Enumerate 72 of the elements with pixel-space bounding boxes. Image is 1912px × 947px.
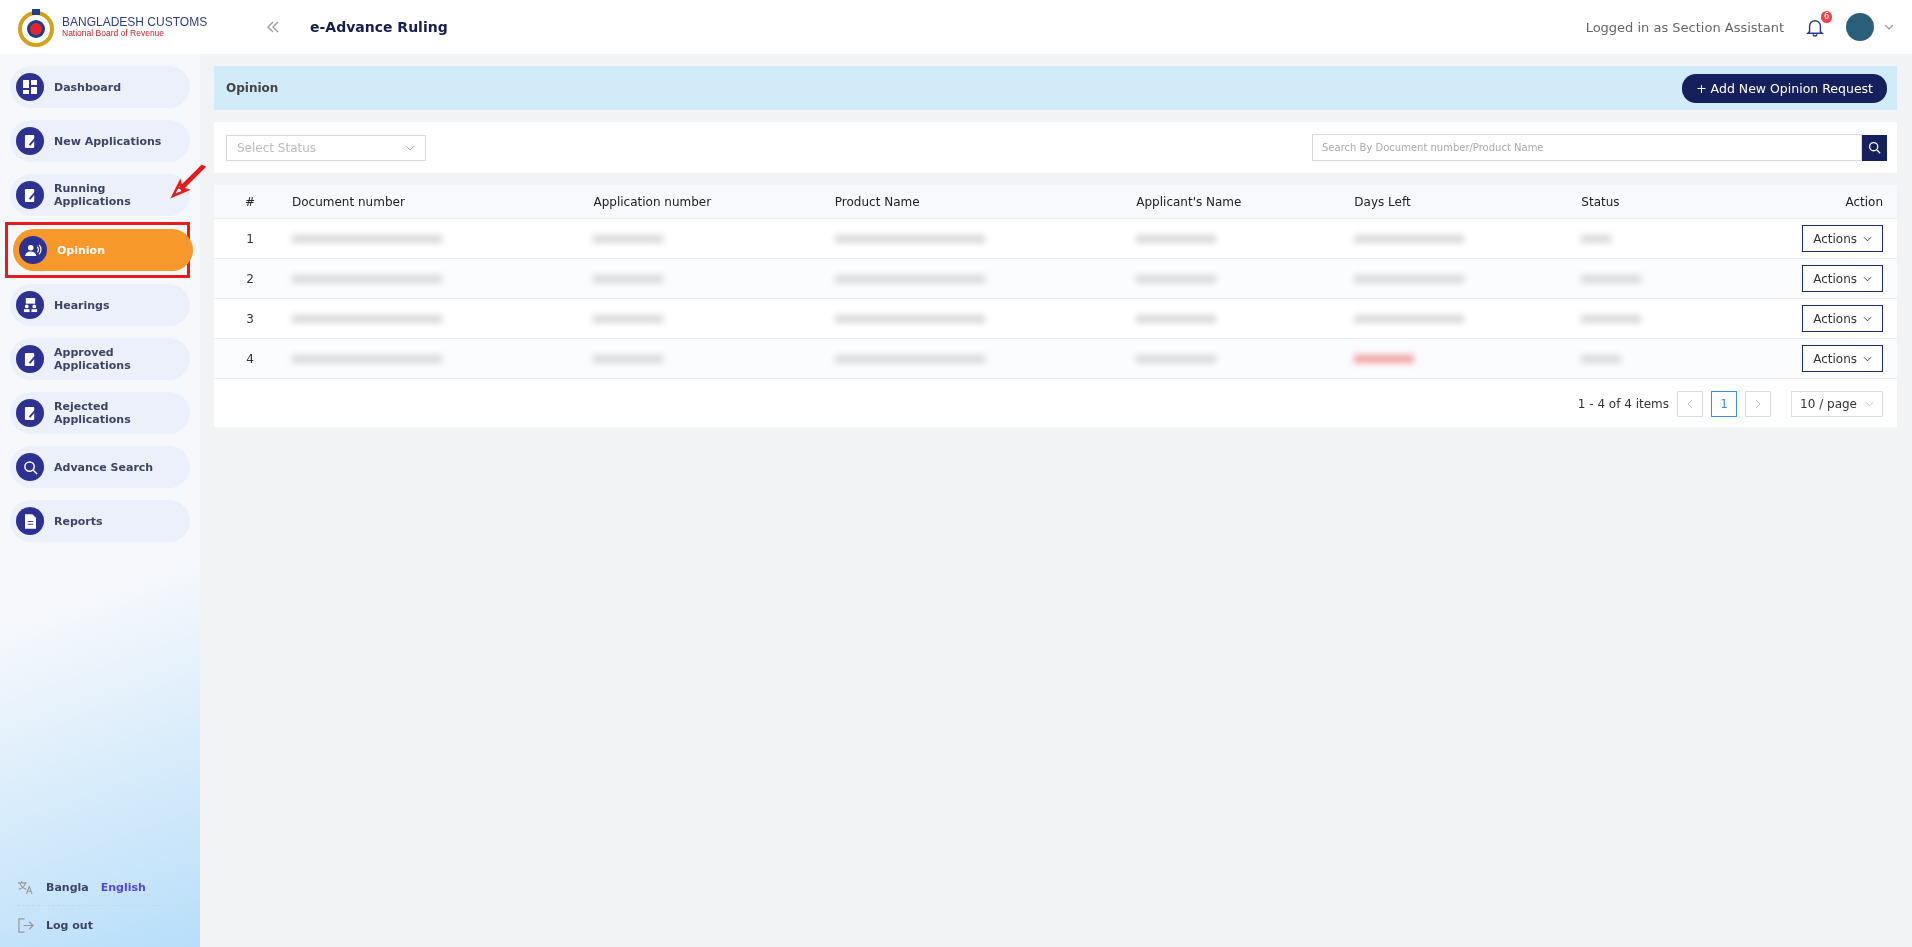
redacted-text	[1581, 275, 1642, 283]
search-icon	[22, 459, 38, 475]
caret-icon	[1863, 355, 1872, 362]
org-name: BANGLADESH CUSTOMS	[62, 15, 208, 29]
column-header: #	[214, 185, 286, 219]
page-size-select[interactable]: 10 / page	[1791, 391, 1883, 417]
pagination-summary: 1 - 4 of 4 items	[1577, 397, 1670, 411]
column-header: Status	[1575, 185, 1710, 219]
person-speaking-icon	[24, 243, 42, 257]
logout-icon	[17, 918, 34, 933]
report-document-icon	[24, 513, 36, 529]
add-opinion-button[interactable]: + Add New Opinion Request	[1682, 73, 1887, 103]
org-subtitle: National Board of Revenue	[62, 28, 166, 39]
table-cell: 3	[214, 298, 286, 339]
table-cell: 2	[214, 258, 286, 299]
column-header: Applicant's Name	[1130, 185, 1349, 219]
redacted-text	[1581, 235, 1612, 243]
table-cell: 1	[214, 218, 286, 259]
user-avatar[interactable]	[1846, 13, 1874, 41]
redacted-text	[593, 275, 664, 283]
redacted-text	[1581, 315, 1642, 323]
sidebar-item[interactable]: Dashboard	[10, 66, 190, 108]
sidebar-item[interactable]: Running Applications	[10, 174, 190, 216]
chevron-right-icon	[1755, 399, 1762, 409]
column-header: Days Left	[1348, 185, 1576, 219]
notification-bell-icon[interactable]	[1806, 17, 1824, 37]
page-number-button[interactable]: 1	[1711, 391, 1738, 417]
chevron-left-icon	[1687, 399, 1694, 409]
caret-icon[interactable]	[1884, 24, 1894, 30]
sidebar-item[interactable]: New Applications	[10, 120, 190, 162]
translate-icon	[17, 880, 34, 895]
user-role-label: Logged in as Section Assistant	[1585, 19, 1784, 35]
document-edit-icon	[23, 351, 37, 367]
meeting-people-icon	[22, 297, 38, 313]
actions-dropdown-button[interactable]: Actions	[1802, 225, 1883, 252]
notification-count-badge: 6	[1820, 11, 1832, 23]
search-button[interactable]	[1862, 134, 1887, 161]
column-header: Application number	[587, 185, 829, 219]
column-header: Document number	[286, 185, 588, 219]
sidebar-item[interactable]: Advance Search	[10, 446, 190, 488]
search-icon	[1868, 141, 1881, 154]
app-title: e-Advance Ruling	[310, 19, 448, 35]
collapse-icon[interactable]	[266, 21, 280, 33]
document-edit-icon	[23, 133, 37, 149]
page-title: Opinion	[226, 81, 280, 95]
logout-link[interactable]: Log out	[46, 919, 93, 932]
caret-icon	[1865, 401, 1874, 407]
actions-dropdown-button[interactable]: Actions	[1802, 345, 1883, 372]
caret-icon	[1863, 275, 1872, 282]
caret-icon	[405, 144, 415, 151]
sidebar-item[interactable]: Rejected Applications	[10, 392, 190, 434]
sidebar-item[interactable]: Reports	[10, 500, 190, 542]
column-header: Action	[1709, 185, 1897, 219]
redacted-text	[593, 315, 664, 323]
dashboard-grid-icon	[23, 80, 37, 94]
actions-dropdown-button[interactable]: Actions	[1802, 265, 1883, 292]
actions-dropdown-button[interactable]: Actions	[1802, 305, 1883, 332]
table-cell: 4	[214, 338, 286, 379]
document-edit-icon	[23, 187, 37, 203]
redacted-text	[1581, 355, 1622, 363]
sidebar-item[interactable]: Hearings	[10, 284, 190, 326]
caret-icon	[1863, 315, 1872, 322]
caret-icon	[1863, 235, 1872, 242]
document-edit-icon	[23, 405, 37, 421]
column-header: Product Name	[828, 185, 1131, 219]
language-option[interactable]: Bangla	[46, 881, 89, 894]
sidebar-item[interactable]: Approved Applications	[10, 338, 190, 380]
search-field[interactable]: Search By Document number/Product Name	[1312, 134, 1862, 161]
customs-emblem-icon	[16, 7, 56, 47]
redacted-text	[593, 235, 664, 243]
redacted-text	[593, 355, 664, 363]
language-option[interactable]: English	[100, 881, 146, 894]
